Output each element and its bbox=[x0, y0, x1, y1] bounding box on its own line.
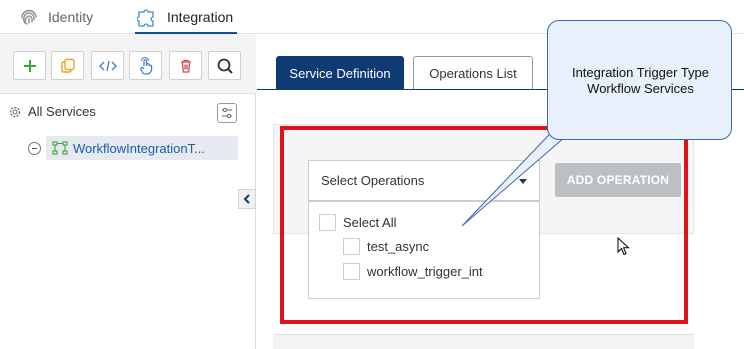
mouse-cursor-icon bbox=[617, 237, 630, 256]
toolbar bbox=[0, 34, 256, 94]
collapse-panel-button[interactable] bbox=[238, 189, 256, 209]
gear-icon bbox=[9, 106, 21, 117]
tab-service-definition[interactable]: Service Definition bbox=[276, 56, 404, 90]
tab-identity-label: Identity bbox=[48, 9, 94, 25]
left-panel: All Services WorkflowIntegrationT... bbox=[0, 34, 256, 349]
bottom-panel bbox=[273, 334, 694, 349]
delete-service-button[interactable] bbox=[169, 51, 202, 80]
search-button[interactable] bbox=[208, 51, 241, 80]
plus-icon bbox=[23, 59, 36, 72]
filter-settings-button[interactable] bbox=[217, 103, 237, 123]
copy-icon bbox=[60, 58, 75, 73]
code-view-button[interactable] bbox=[91, 51, 124, 80]
workflow-icon bbox=[52, 141, 68, 155]
callout-line-1: Integration Trigger Type bbox=[571, 65, 710, 80]
puzzle-icon bbox=[137, 9, 154, 27]
copy-service-button[interactable] bbox=[51, 51, 84, 80]
trash-icon bbox=[180, 59, 191, 73]
add-service-button[interactable] bbox=[13, 51, 46, 80]
tree-root-all-services[interactable]: All Services bbox=[8, 104, 96, 119]
tab-integration-label: Integration bbox=[167, 9, 234, 25]
search-icon bbox=[217, 58, 233, 74]
tab-operations-list[interactable]: Operations List bbox=[413, 56, 533, 90]
touch-icon bbox=[139, 56, 152, 75]
tab-identity[interactable]: Identity bbox=[18, 0, 93, 34]
tree-item-workflow-integration[interactable]: WorkflowIntegrationT... bbox=[28, 136, 238, 160]
tree-root-label: All Services bbox=[28, 104, 96, 119]
code-icon bbox=[98, 60, 117, 71]
touch-test-button[interactable] bbox=[129, 51, 162, 80]
tree-item-selected[interactable]: WorkflowIntegrationT... bbox=[45, 136, 238, 160]
callout-text: Integration Trigger Type Workflow Servic… bbox=[548, 65, 733, 97]
highlight-frame bbox=[280, 126, 688, 324]
callout-line-2: Workflow Services bbox=[587, 81, 694, 96]
fingerprint-icon bbox=[21, 9, 37, 25]
tab-integration[interactable]: Integration bbox=[134, 0, 238, 35]
tree-item-label: WorkflowIntegrationT... bbox=[72, 140, 205, 156]
sliders-icon bbox=[222, 107, 232, 119]
collapse-node-icon[interactable] bbox=[28, 141, 41, 155]
chevron-left-icon bbox=[243, 194, 250, 204]
annotation-callout: Integration Trigger Type Workflow Servic… bbox=[547, 20, 732, 140]
